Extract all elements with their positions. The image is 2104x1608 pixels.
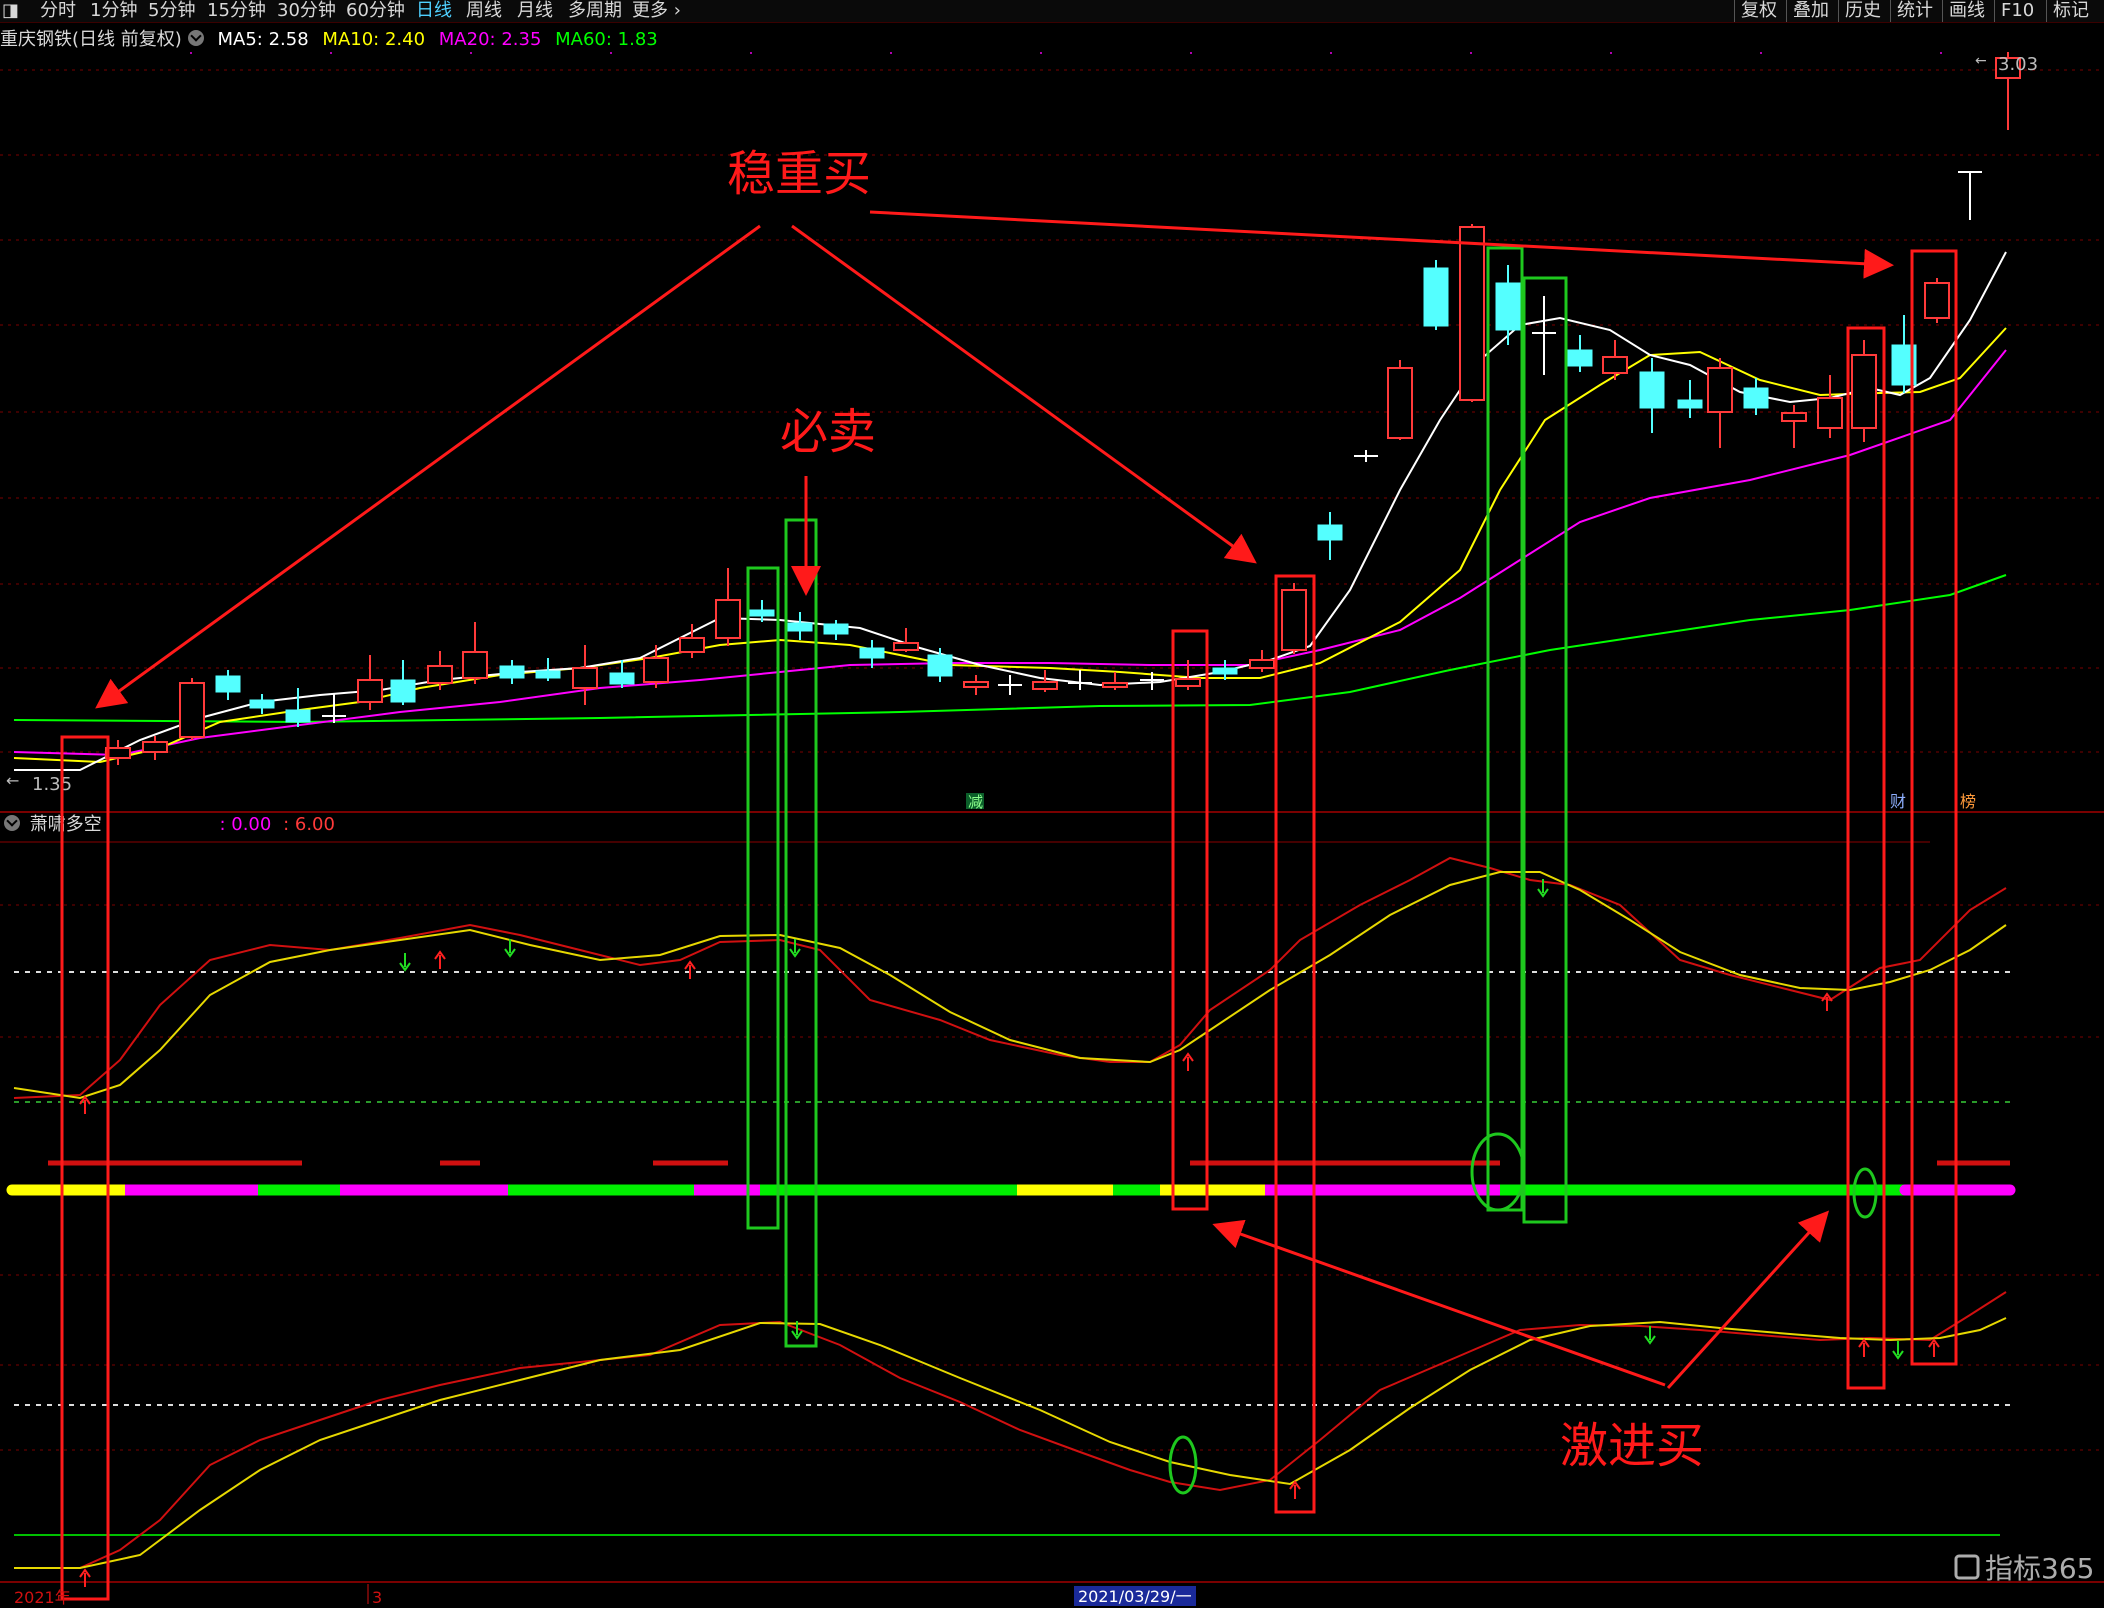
low-price-label: 1.35 xyxy=(32,774,72,795)
candle-down xyxy=(1567,349,1593,367)
must-sell-label: 必卖 xyxy=(780,404,876,460)
high-price-label: 3.03 xyxy=(1998,54,2038,75)
candle-up xyxy=(963,681,989,688)
candle-up xyxy=(462,651,488,679)
cursor-date-label: 2021/03/29/一 xyxy=(1078,1587,1192,1606)
buy-box-4 xyxy=(1846,326,1886,1390)
watermark: 指标365 xyxy=(1954,1552,2094,1585)
indicator-signal-arrows xyxy=(79,879,1833,1114)
candle-up xyxy=(1387,367,1413,439)
grid-dot xyxy=(610,52,612,54)
candle-down xyxy=(1639,371,1665,409)
grid-dot xyxy=(470,52,472,54)
candle-down xyxy=(535,670,561,679)
candle-up xyxy=(893,642,919,651)
candle-up xyxy=(1924,282,1950,319)
year-label: 2021年 xyxy=(14,1588,71,1607)
candle-down xyxy=(249,699,275,709)
buy-box-3 xyxy=(1274,574,1316,1514)
candle-up xyxy=(179,682,205,738)
grid-lines xyxy=(0,52,2104,1451)
candle-down xyxy=(1743,387,1769,409)
candle-up xyxy=(1781,412,1807,422)
kline-chart: 3.03 ← ← 1.35 减 财 榜 稳重买 必卖 激进买 2021年 3 2… xyxy=(0,52,2104,1607)
candle-down xyxy=(859,647,885,659)
grid-dot xyxy=(1760,52,1762,54)
candle-down xyxy=(285,709,311,723)
grid-dot xyxy=(750,52,752,54)
candle-down xyxy=(927,654,953,677)
candle-down xyxy=(390,679,416,703)
ind2-yellow-line xyxy=(14,1317,2007,1569)
grid-dot xyxy=(1190,52,1192,54)
candle-down xyxy=(749,609,775,617)
candle-up xyxy=(1602,356,1628,374)
candle-up xyxy=(1817,397,1843,429)
candle-up xyxy=(1102,682,1128,688)
month-label: 3 xyxy=(372,1588,382,1607)
sell-box-1 xyxy=(746,566,780,1230)
ind1-red-line xyxy=(13,856,2007,1099)
jian-marker[interactable]: 减 xyxy=(968,793,983,811)
candle-up xyxy=(427,665,453,684)
candle-up xyxy=(357,679,383,703)
candle-up xyxy=(1175,678,1201,687)
candle-down xyxy=(1677,399,1703,409)
annotation-arrows xyxy=(95,210,1894,1390)
candle-down xyxy=(1317,524,1343,541)
candle-up xyxy=(1281,589,1307,651)
candle-up xyxy=(715,599,741,639)
bang-marker[interactable]: 榜 xyxy=(1960,792,1976,811)
aggressive-buy-label: 激进买 xyxy=(1560,1418,1704,1474)
candle-down xyxy=(1495,282,1521,331)
signal-boxes xyxy=(60,246,1958,1601)
candle-up xyxy=(142,741,168,753)
buy-box-1 xyxy=(60,735,110,1601)
candle-up xyxy=(1249,659,1275,669)
cai-marker[interactable]: 财 xyxy=(1890,792,1906,811)
sell-box-3 xyxy=(1486,246,1524,1212)
ma60-line xyxy=(13,574,2007,724)
watermark-logo-icon xyxy=(1954,1554,1980,1580)
candle-down xyxy=(499,665,525,679)
grid-dot xyxy=(890,52,892,54)
sell-box-2 xyxy=(784,518,818,1348)
grid-dot xyxy=(190,52,192,54)
candle-up xyxy=(1459,226,1485,401)
grid-dot xyxy=(1610,52,1612,54)
grid-dot xyxy=(1040,52,1042,54)
candle-down xyxy=(787,622,813,632)
candle-up xyxy=(1707,367,1733,413)
candle-down xyxy=(1423,267,1449,327)
low-price-label-arrow-icon: ← xyxy=(6,771,19,790)
buy-box-5 xyxy=(1910,249,1958,1366)
candle-up xyxy=(643,657,669,683)
sell-ellipse-1 xyxy=(1470,1132,1526,1212)
grid-dot xyxy=(1470,52,1472,54)
ind1-yellow-line xyxy=(13,871,2007,1100)
steady-buy-label: 稳重买 xyxy=(727,146,871,202)
candle-down xyxy=(609,672,635,685)
grid-dot xyxy=(1940,52,1942,54)
candle-up xyxy=(572,667,598,689)
grid-dot xyxy=(330,52,332,54)
watermark-text: 指标365 xyxy=(1985,1552,2094,1585)
candle-down xyxy=(1212,667,1238,675)
candle-down xyxy=(823,623,849,635)
ind2-red-line xyxy=(14,1291,2007,1569)
candle-down xyxy=(215,675,241,693)
candlestick-series xyxy=(105,52,2021,765)
high-arrow-icon: ← xyxy=(1975,53,1987,69)
candle-up xyxy=(679,637,705,653)
candle-up xyxy=(1032,681,1058,690)
candle-up xyxy=(105,747,131,759)
candle-up xyxy=(1851,354,1877,429)
grid-dot xyxy=(1330,52,1332,54)
buy-box-2 xyxy=(1171,629,1209,1211)
